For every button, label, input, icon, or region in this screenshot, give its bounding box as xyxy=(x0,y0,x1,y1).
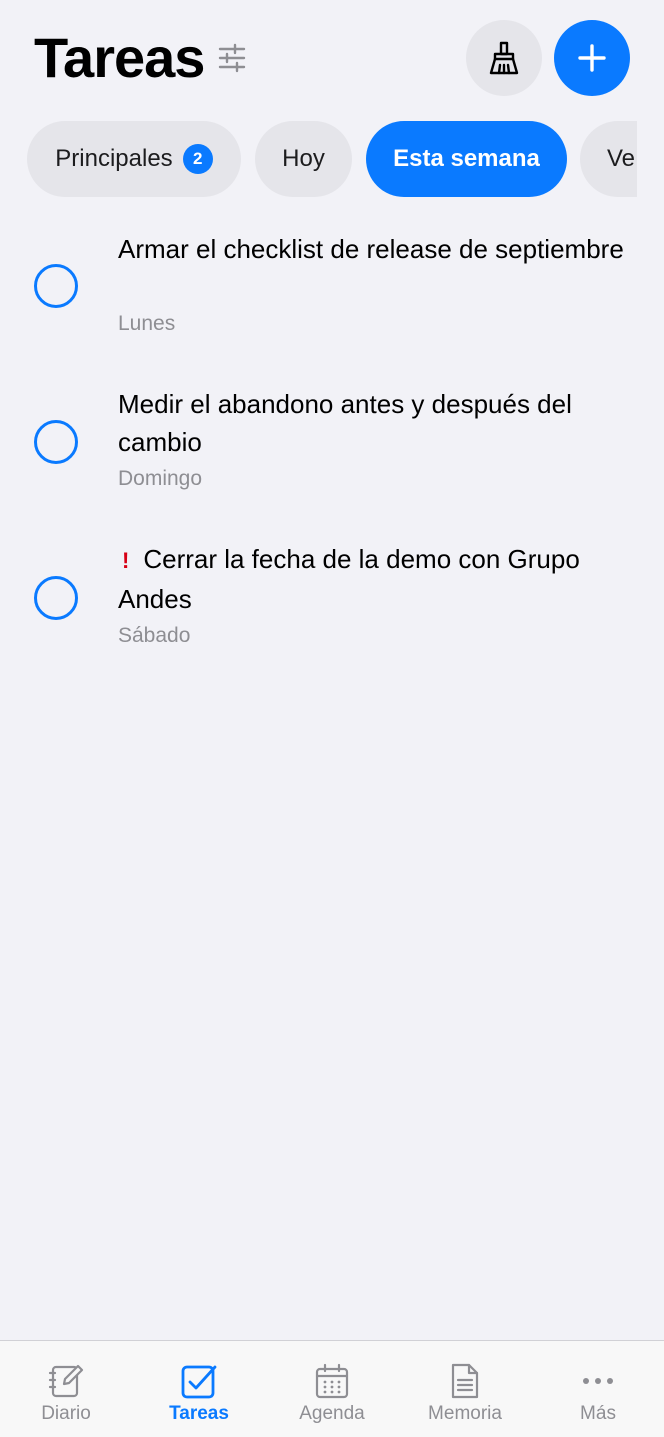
filter-tabs: Principales 2 Hoy Esta semana Ve xyxy=(27,121,637,197)
task-date: Domingo xyxy=(118,467,203,490)
nav-label: Diario xyxy=(41,1403,91,1424)
nav-mas[interactable]: Más xyxy=(532,1341,664,1437)
task-date: Lunes xyxy=(118,312,176,335)
task-title-row: ! Cerrar la fecha de la demo con Grupo An… xyxy=(118,540,638,618)
tab-label: Hoy xyxy=(282,145,325,172)
tasks-screen: Tareas Principales 2 Hoy Esta semana Ve … xyxy=(0,0,664,1437)
nav-label: Memoria xyxy=(428,1403,502,1424)
nav-label: Tareas xyxy=(169,1403,229,1424)
tab-esta-semana[interactable]: Esta semana xyxy=(366,121,567,197)
task-title: Cerrar la fecha de la demo con Grupo And… xyxy=(118,544,580,614)
tab-principales[interactable]: Principales 2 xyxy=(27,121,241,197)
tab-label: Esta semana xyxy=(393,145,540,172)
plus-icon xyxy=(578,44,606,72)
tab-hoy[interactable]: Hoy xyxy=(255,121,352,197)
nav-tareas[interactable]: Tareas xyxy=(133,1341,265,1437)
checkbox-icon xyxy=(179,1361,219,1401)
add-task-button[interactable] xyxy=(554,20,630,96)
task-date: Sábado xyxy=(118,624,191,647)
nav-label: Agenda xyxy=(299,1403,365,1424)
task-checkbox[interactable] xyxy=(34,420,78,464)
task-title: Medir el abandono antes y después del ca… xyxy=(118,389,572,457)
sliders-icon[interactable] xyxy=(217,42,247,74)
tab-label: Principales xyxy=(55,145,173,172)
task-checkbox[interactable] xyxy=(34,264,78,308)
count-badge: 2 xyxy=(182,144,213,174)
page-title: Tareas xyxy=(34,26,205,89)
priority-icon: ! xyxy=(122,548,130,573)
document-icon xyxy=(445,1361,485,1401)
clean-button[interactable] xyxy=(466,20,542,96)
tab-next[interactable]: Ve xyxy=(580,121,637,197)
journal-icon xyxy=(46,1361,86,1401)
tab-label: Ve xyxy=(607,145,636,172)
nav-agenda[interactable]: Agenda xyxy=(266,1341,398,1437)
more-icon xyxy=(578,1361,618,1401)
broom-icon xyxy=(489,41,519,75)
task-checkbox[interactable] xyxy=(34,576,78,620)
nav-diario[interactable]: Diario xyxy=(0,1341,132,1437)
bottom-tab-bar: Diario Tareas Agenda Memoria Más xyxy=(0,1340,664,1437)
nav-label: Más xyxy=(580,1403,616,1424)
task-title: Armar el checklist de release de septiem… xyxy=(118,234,624,264)
nav-memoria[interactable]: Memoria xyxy=(399,1341,531,1437)
calendar-icon xyxy=(312,1361,352,1401)
